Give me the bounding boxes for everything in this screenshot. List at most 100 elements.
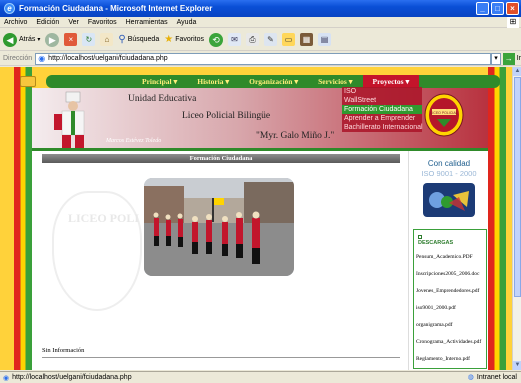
download-link[interactable]: Inscripciones2005_2006.doc [416,271,479,277]
search-icon: ⚲ [118,34,126,45]
watermark-seal [52,191,142,311]
maximize-button[interactable]: □ [491,2,504,15]
right-flag-stripe [488,67,506,370]
menu-ayuda[interactable]: Ayuda [177,19,197,26]
page-viewport: Unidad Educativa Liceo Policial Bilingüe… [0,67,512,370]
guard-figure-icon [54,91,85,148]
address-bar: Dirección ◉ http://localhost/uelgani/fci… [0,52,521,66]
toolbar: ◀ Atrás ▾ ▶ × ↻ ⌂ ⚲ Búsqueda ★ Favoritos… [0,29,521,51]
stop-button[interactable]: × [64,33,78,46]
refresh-button[interactable]: ↻ [82,33,96,46]
download-link[interactable]: Reglamento_Interno.pdf [416,356,470,362]
minimize-button[interactable]: _ [476,2,489,15]
content-divider [42,357,400,358]
home-button[interactable]: ⌂ [100,33,114,46]
scroll-down-icon[interactable]: ▼ [513,361,521,370]
page-icon: ◉ [38,54,46,63]
nav-historia[interactable]: Historia ▾ [187,77,239,86]
parade-photo [144,178,294,276]
menu-archivo[interactable]: Archivo [4,19,27,26]
address-url: http://localhost/uelgani/fciudadana.php [48,55,168,62]
mail-button[interactable]: ✉ [227,33,241,46]
edit-button[interactable]: ✎ [263,33,277,46]
messenger-button[interactable]: ▦ [299,33,313,46]
header-line-2: Liceo Policial Bilingüe [182,111,271,121]
download-link[interactable]: organigrama.pdf [416,322,452,328]
back-arrow-icon: ◀ [3,32,17,47]
school-crest-icon: LICEO POLICIAL [424,93,464,137]
menu-herramientas[interactable]: Herramientas [126,19,168,26]
menu-bar: Archivo Edición Ver Favoritos Herramient… [0,17,521,28]
links-button[interactable]: ▤ [317,33,331,46]
proyectos-dropdown: ISO WallStreet Formación Ciudadana Apren… [342,87,423,132]
vertical-scrollbar[interactable]: ▲ ▼ [512,67,521,370]
star-icon: ★ [164,34,174,45]
close-button[interactable]: × [506,2,519,15]
back-button[interactable]: ◀ Atrás ▾ [3,32,41,47]
address-label: Dirección [3,55,33,62]
download-link[interactable]: Cronograma_Actividades.pdf [416,339,481,345]
nav-organizacion[interactable]: Organización ▾ [239,77,308,86]
search-button[interactable]: ⚲ Búsqueda [118,34,159,45]
dropdown-item-formacion-ciudadana[interactable]: Formación Ciudadana [342,105,422,114]
header-line-1: Unidad Educativa [128,94,197,104]
menu-ver[interactable]: Ver [68,19,79,26]
chevron-down-icon: ▾ [37,37,41,43]
nav-principal[interactable]: Principal ▾ [132,77,187,86]
go-button[interactable]: → [502,52,515,65]
globe-icon: ◍ [467,374,474,381]
scroll-up-icon[interactable]: ▲ [513,67,521,76]
window-controls: _ □ × [476,2,519,15]
main-nav: Principal ▾ Historia ▾ Organización ▾ Se… [46,75,500,88]
page-status-icon: ◉ [3,374,10,382]
download-link[interactable]: iso9001_2000.pdf [416,305,456,311]
iso-badge[interactable] [423,183,475,217]
window-title: Formación Ciudadana - Microsoft Internet… [19,4,213,13]
title-bar: e Formación Ciudadana - Microsoft Intern… [0,0,521,17]
scroll-thumb[interactable] [514,77,521,297]
windows-logo-icon: ⊞ [507,17,519,28]
dropdown-item-iso[interactable]: ISO [342,87,422,96]
address-dropdown[interactable]: ▾ [491,52,501,65]
checkbox-icon [418,234,422,239]
folder-button[interactable]: ▭ [281,33,295,46]
folder-icon[interactable] [20,76,36,87]
downloads-title: DESCARGAS [418,234,453,246]
header-line-3: "Myr. Galo Miño J." [256,131,335,141]
downloads-panel: DESCARGAS Pensum_Academico.PDF Inscripci… [413,229,487,369]
favorites-label: Favoritos [175,36,204,43]
dropdown-item-bachillerato[interactable]: Bachillerato Internacional [342,123,423,132]
go-label: Ir [516,55,521,62]
no-info-text: Sin Información [42,347,85,354]
favorites-button[interactable]: ★ Favoritos [164,34,204,45]
menu-edicion[interactable]: Edición [36,19,59,26]
security-zone: ◍ Intranet local [467,373,517,382]
dropdown-item-wallstreet[interactable]: WallStreet [342,96,422,105]
download-link[interactable]: Jovenes_Emprendedores.pdf [416,288,479,294]
status-url: http://localhost/uelgani/fciudadana.php [12,374,132,381]
quality-title: Con calidad [427,159,471,168]
dropdown-item-aprender-a-emprender[interactable]: Aprender a Emprender [342,114,422,123]
svg-text:LICEO POLICIAL: LICEO POLICIAL [430,111,457,115]
history-button[interactable]: ⟲ [208,32,223,47]
back-label: Atrás [19,36,36,43]
download-link[interactable]: Pensum_Academico.PDF [416,254,473,260]
header-caption: Marcos Estévez Toledo [106,138,162,144]
nav-servicios[interactable]: Servicios ▾ [308,77,362,86]
print-button[interactable]: ⎙ [245,33,259,46]
menu-favoritos[interactable]: Favoritos [88,19,117,26]
browser-window: e Formación Ciudadana - Microsoft Intern… [0,0,521,383]
status-bar: ◉ http://localhost/uelgani/fciudadana.ph… [0,371,521,383]
ie-icon: e [4,3,15,14]
sidebar: Con calidad ISO 9001 - 2000 DESCARGAS Pe… [408,151,488,370]
iso-logo-icon [429,191,469,211]
main-content: LICEO POLI Formación Ciudadana Sin Infor… [32,151,408,370]
forward-button[interactable]: ▶ [45,32,60,47]
quality-subtitle: ISO 9001 - 2000 [421,169,477,178]
search-label: Búsqueda [127,36,160,43]
section-title: Formación Ciudadana [42,154,400,163]
watermark-text: LICEO POLI [68,211,140,225]
left-flag-stripe [14,67,32,370]
address-input[interactable]: ◉ http://localhost/uelgani/fciudadana.ph… [35,52,492,65]
zone-label: Intranet local [476,373,517,381]
